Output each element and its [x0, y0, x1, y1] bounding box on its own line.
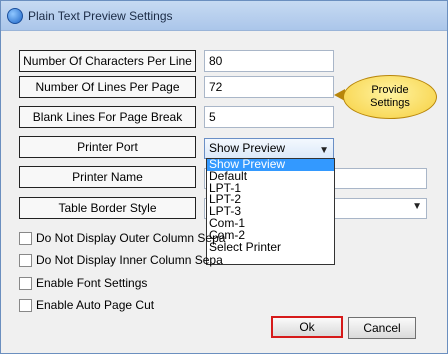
lines-per-page-label: Number Of Lines Per Page — [19, 76, 196, 98]
printer-port-label: Printer Port — [19, 136, 196, 158]
blank-lines-label: Blank Lines For Page Break — [19, 106, 196, 128]
settings-window: Plain Text Preview Settings Number Of Ch… — [0, 0, 448, 354]
lines-per-page-input[interactable]: 72 — [204, 76, 334, 98]
window-title: Plain Text Preview Settings — [28, 9, 173, 23]
chars-per-line-label: Number Of Characters Per Line — [19, 50, 196, 72]
tooltip-line-2: Settings — [370, 97, 410, 109]
cancel-button[interactable]: Cancel — [348, 317, 416, 339]
provide-settings-tooltip: Provide Settings — [343, 75, 437, 119]
app-icon — [7, 8, 23, 24]
printer-port-selected: Show Preview — [209, 141, 286, 155]
title-bar: Plain Text Preview Settings — [1, 1, 447, 31]
printer-name-label: Printer Name — [19, 166, 196, 188]
outer-column-separator-checkbox[interactable] — [19, 232, 32, 245]
chars-per-line-input[interactable]: 80 — [204, 50, 334, 72]
enable-auto-page-cut-label: Enable Auto Page Cut — [36, 298, 155, 312]
printer-port-dropdown[interactable]: Show Preview Default LPT-1 LPT-2 LPT-3 C… — [206, 158, 335, 265]
chevron-down-icon: ▼ — [412, 201, 422, 212]
table-border-style-label: Table Border Style — [19, 197, 196, 219]
ok-button[interactable]: Ok — [271, 316, 343, 338]
enable-font-settings-label: Enable Font Settings — [36, 276, 148, 290]
enable-font-settings-checkbox[interactable] — [19, 277, 32, 290]
tooltip-line-1: Provide — [371, 84, 409, 96]
outer-column-separator-label: Do Not Display Outer Column Sepa — [36, 231, 226, 245]
blank-lines-input[interactable]: 5 — [204, 106, 334, 128]
enable-auto-page-cut-checkbox[interactable] — [19, 299, 32, 312]
inner-column-separator-label: Do Not Display Inner Column Sepa — [36, 253, 223, 267]
printer-port-option[interactable]: Select Printer — [207, 241, 334, 254]
printer-port-select[interactable]: Show Preview ▼ — [204, 138, 334, 159]
inner-column-separator-checkbox[interactable] — [19, 254, 32, 267]
